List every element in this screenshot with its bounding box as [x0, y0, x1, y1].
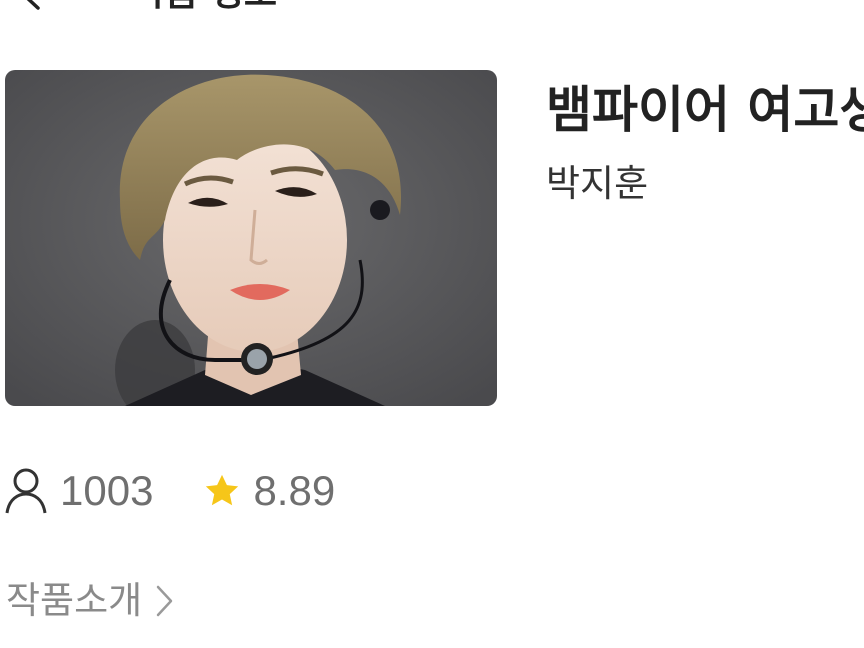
- intro-link[interactable]: 작품소개: [6, 578, 176, 624]
- readers-count: 1003: [60, 467, 154, 514]
- user-icon: [5, 468, 47, 514]
- page-title: 작품 정보: [132, 0, 277, 14]
- stats-row: 1003 8.89: [4, 466, 335, 516]
- chevron-left-icon[interactable]: [14, 0, 48, 12]
- readers-stat: 1003: [4, 466, 153, 516]
- author-name[interactable]: 박지훈: [546, 161, 648, 207]
- rating-stat: 8.89: [153, 466, 335, 516]
- cover-image: [5, 70, 497, 406]
- chevron-right-icon: [156, 585, 173, 617]
- top-bar: 작품 정보: [0, 0, 864, 16]
- star-icon: [206, 474, 239, 506]
- work-title: 뱀파이어 여고생: [546, 81, 864, 139]
- rating-value: 8.89: [253, 467, 336, 514]
- intro-label: 작품소개: [6, 579, 143, 622]
